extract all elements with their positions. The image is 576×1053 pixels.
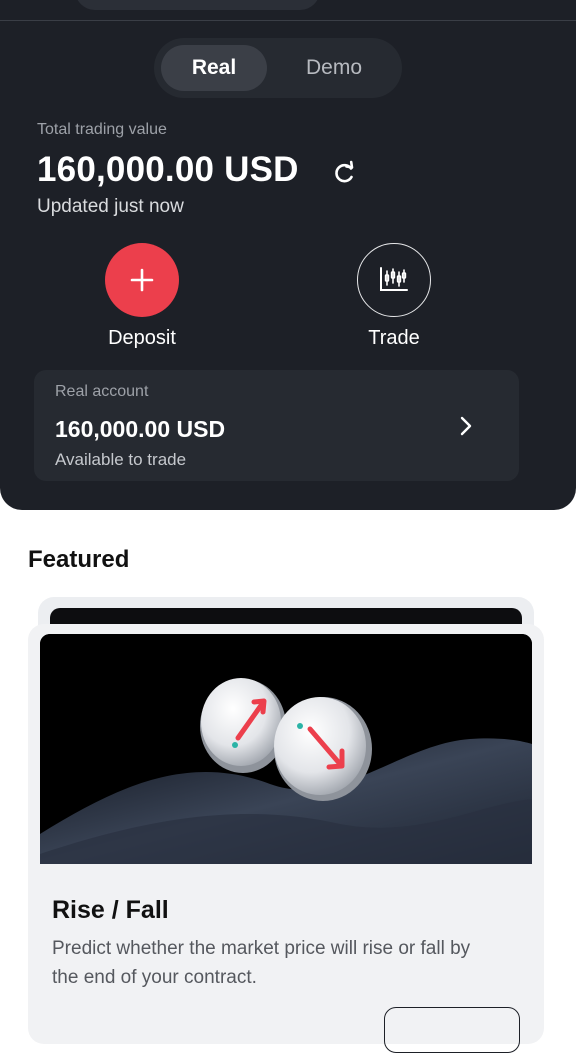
account-panel: Real Demo Total trading value 160,000.00… — [0, 0, 576, 510]
divider — [0, 20, 576, 21]
candlestick-chart-icon — [380, 267, 408, 291]
demo-tab[interactable]: Demo — [280, 45, 388, 91]
trade-button[interactable]: Trade — [334, 243, 454, 350]
account-card-balance: 160,000.00 USD — [55, 416, 226, 442]
deposit-label: Deposit — [108, 327, 176, 349]
rise-fall-illustration — [40, 634, 532, 864]
total-value-label: Total trading value — [37, 121, 167, 138]
account-card-label: Real account — [55, 383, 149, 400]
trade-circle — [357, 243, 431, 317]
trade-label: Trade — [368, 327, 420, 349]
card-title: Rise / Fall — [52, 896, 169, 924]
refresh-icon[interactable] — [330, 159, 358, 187]
deposit-circle — [105, 243, 179, 317]
card-description: Predict whether the market price will ri… — [52, 938, 471, 988]
deposit-button[interactable]: Deposit — [82, 243, 202, 350]
top-tab-pill[interactable] — [75, 0, 320, 10]
chevron-right-icon — [460, 416, 472, 436]
account-card-sub: Available to trade — [55, 450, 187, 469]
featured-heading: Featured — [28, 546, 130, 573]
account-type-toggle: Real Demo — [154, 38, 402, 98]
card-action-button[interactable] — [384, 1007, 520, 1053]
total-value-amount: 160,000.00 USD — [37, 150, 299, 189]
updated-status: Updated just now — [37, 196, 184, 217]
coins-illustration — [40, 634, 532, 864]
real-account-card[interactable]: Real account 160,000.00 USD Available to… — [34, 370, 519, 481]
rise-fall-card[interactable]: Rise / Fall Predict whether the market p… — [28, 624, 544, 1053]
plus-icon — [130, 268, 154, 292]
real-tab[interactable]: Real — [161, 45, 267, 91]
